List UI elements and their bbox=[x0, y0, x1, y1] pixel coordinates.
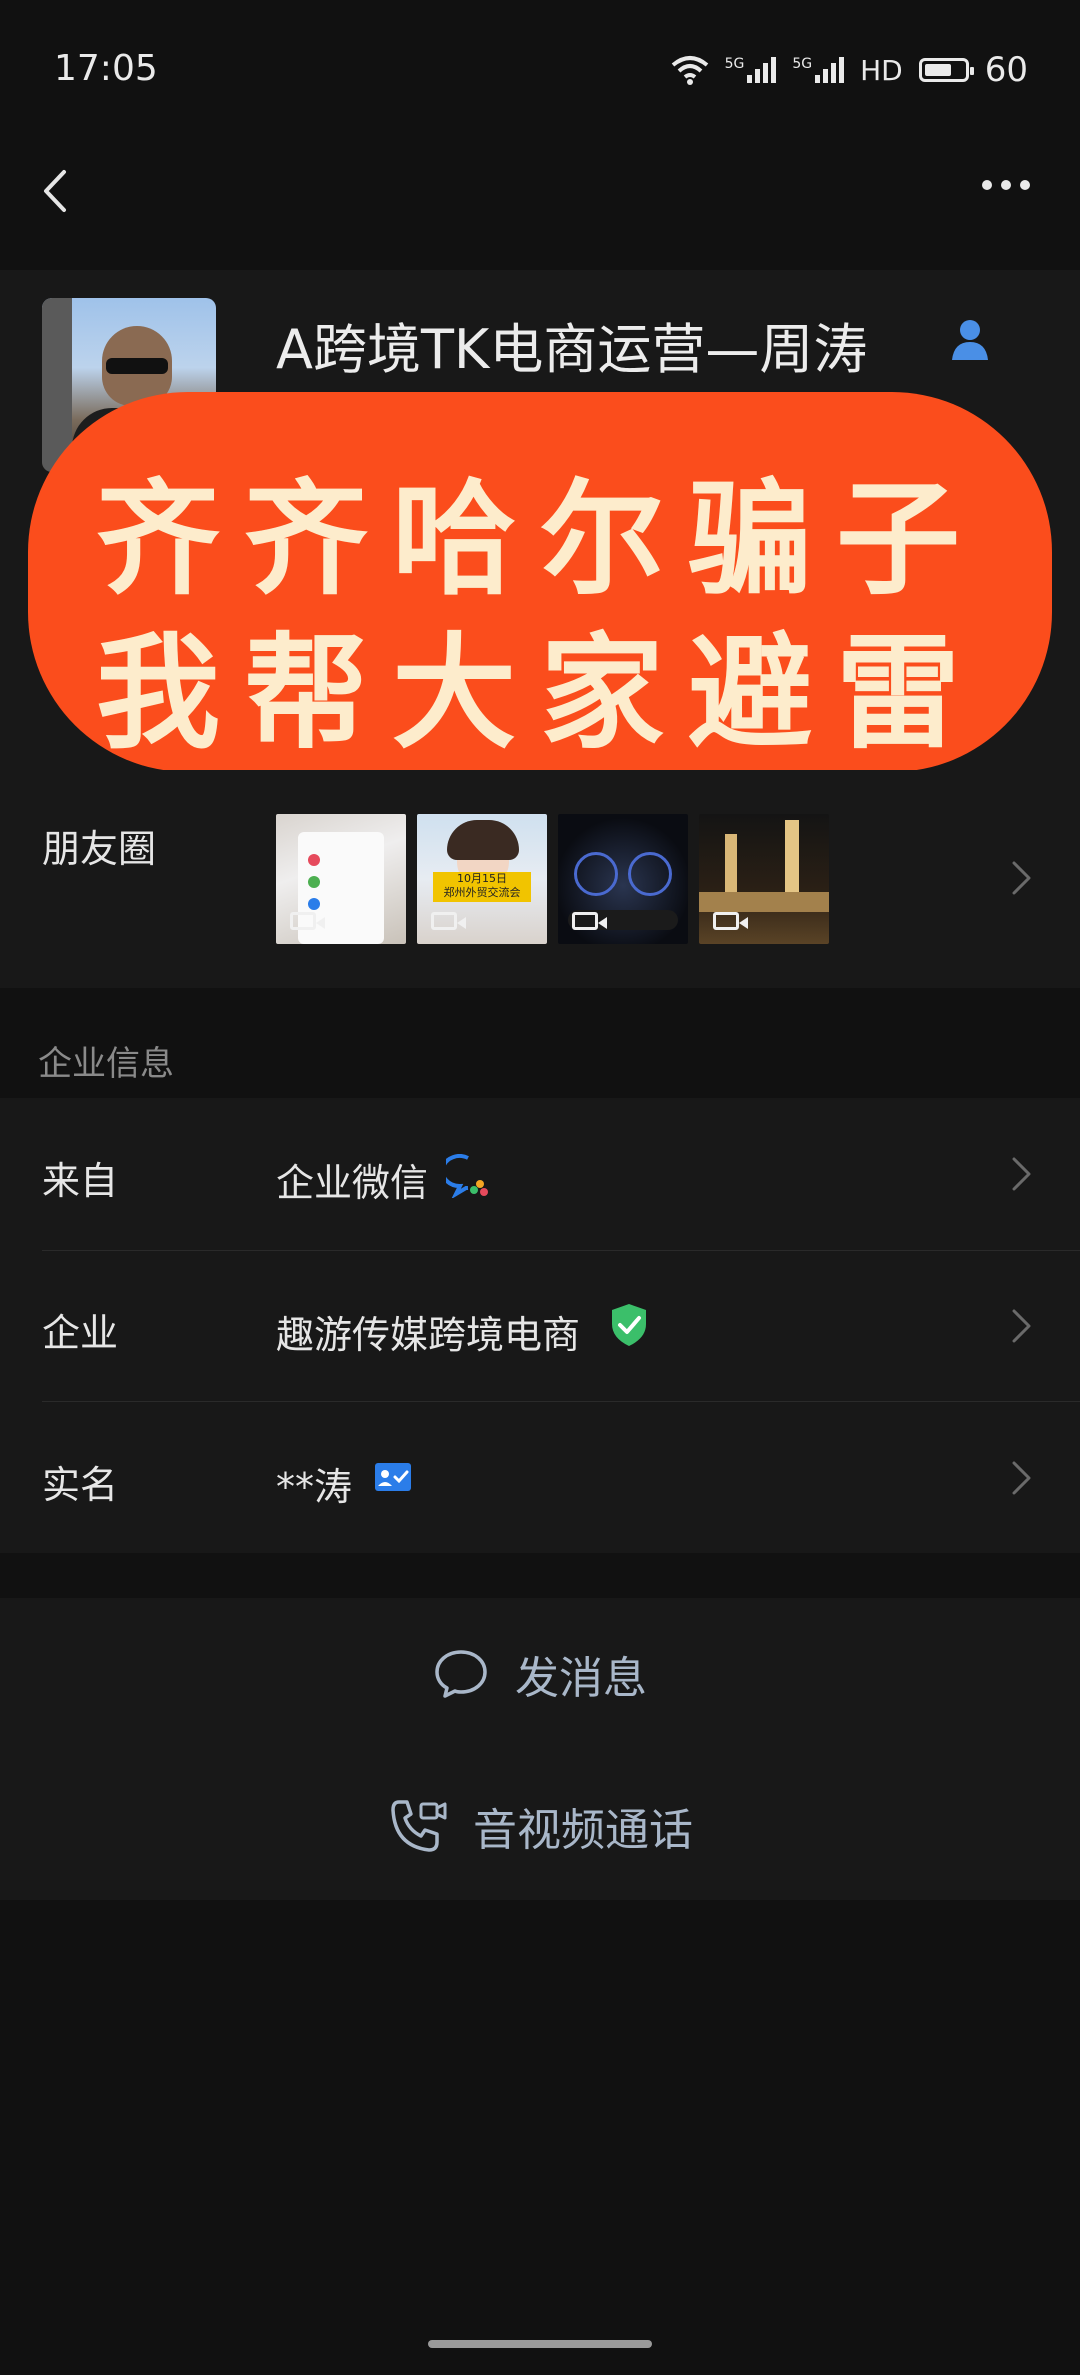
source-value: 企业微信 bbox=[276, 1161, 429, 1205]
status-time: 17:05 bbox=[54, 48, 158, 89]
source-chevron-icon bbox=[1012, 1157, 1031, 1191]
wecom-contact-icon bbox=[952, 320, 988, 360]
battery-icon bbox=[918, 58, 974, 82]
video-call-phone-icon bbox=[391, 1800, 447, 1852]
moments-thumbnail-3[interactable] bbox=[558, 814, 688, 944]
thumbnail-overlay-text: 10月15日 郑州外贸交流会 bbox=[433, 872, 531, 902]
av-call-label: 音视频通话 bbox=[473, 1805, 693, 1856]
av-call-button[interactable]: 音视频通话 bbox=[0, 1750, 1080, 1900]
enterprise-info-title: 企业信息 bbox=[38, 1044, 174, 1084]
video-icon bbox=[572, 912, 607, 930]
status-icons: 5G 5G HD 60 bbox=[671, 50, 1028, 90]
enterprise-value: 趣游传媒跨境电商 bbox=[276, 1313, 581, 1357]
video-icon bbox=[431, 912, 466, 930]
back-arrow-icon[interactable] bbox=[34, 166, 84, 216]
cellular-signal-1-icon: 5G bbox=[725, 57, 777, 83]
status-bar: 17:05 5G 5G HD 60 bbox=[0, 0, 1080, 140]
send-message-label: 发消息 bbox=[515, 1653, 647, 1704]
home-indicator[interactable] bbox=[428, 2340, 652, 2348]
video-icon bbox=[713, 912, 748, 930]
hd-indicator: HD bbox=[860, 53, 903, 87]
moments-thumbnail-1[interactable] bbox=[276, 814, 406, 944]
real-name-value: **涛 bbox=[276, 1465, 353, 1509]
network-2-label: 5G bbox=[792, 56, 813, 72]
send-message-button[interactable]: 发消息 bbox=[0, 1598, 1080, 1748]
id-card-verified-icon bbox=[375, 1463, 411, 1491]
warning-overlay-banner: 齐齐哈尔骗子 我帮大家避雷 bbox=[28, 392, 1052, 772]
network-1-label: 5G bbox=[724, 56, 745, 72]
chat-bubble-icon bbox=[435, 1650, 487, 1698]
contact-name: A跨境TK电商运营—周涛 bbox=[276, 318, 868, 381]
info-row-real-name[interactable] bbox=[0, 1402, 1080, 1552]
real-name-chevron-icon bbox=[1012, 1461, 1031, 1495]
video-icon bbox=[290, 912, 325, 930]
section-gap-2 bbox=[0, 1553, 1080, 1598]
moments-thumbnail-2[interactable]: 10月15日 郑州外贸交流会 bbox=[417, 814, 547, 944]
info-row-source[interactable] bbox=[0, 1098, 1080, 1248]
banner-line-2: 我帮大家避雷 bbox=[95, 621, 984, 766]
wecom-logo-icon bbox=[446, 1154, 488, 1198]
verified-shield-icon bbox=[612, 1304, 646, 1346]
battery-level: 60 bbox=[984, 50, 1028, 90]
moments-label: 朋友圈 bbox=[42, 827, 157, 871]
banner-line-1: 齐齐哈尔骗子 bbox=[95, 467, 984, 612]
more-options-icon[interactable] bbox=[982, 180, 1030, 190]
cellular-signal-2-icon: 5G bbox=[792, 56, 845, 83]
enterprise-label: 企业 bbox=[42, 1311, 119, 1355]
moments-chevron-icon bbox=[1012, 861, 1031, 895]
source-label: 来自 bbox=[42, 1159, 119, 1203]
wifi-icon bbox=[671, 56, 708, 85]
real-name-label: 实名 bbox=[42, 1463, 119, 1507]
enterprise-chevron-icon bbox=[1012, 1309, 1031, 1343]
moments-thumbnail-4[interactable] bbox=[699, 814, 829, 944]
